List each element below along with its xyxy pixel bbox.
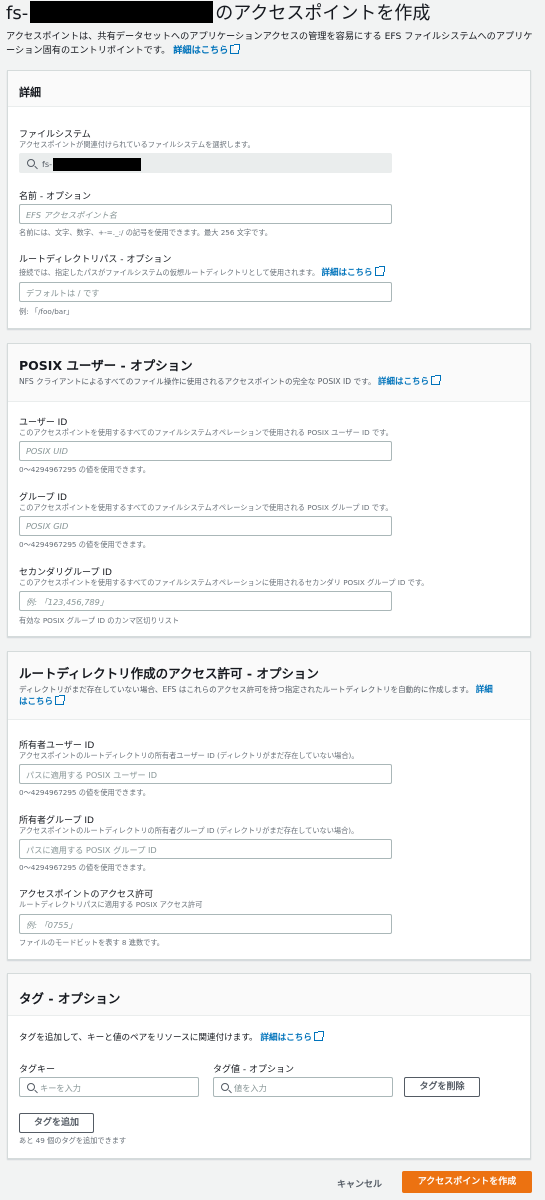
sgid-hint: 有効な POSIX グループ ID のカンマ区切りリスト <box>19 616 180 625</box>
owner-uid-description: アクセスポイントのルートディレクトリの所有者ユーザー ID (ディレクトリがまだ… <box>19 751 359 760</box>
tag-key-input[interactable]: キーを入力 <box>19 1077 199 1097</box>
external-link-icon <box>374 266 385 276</box>
search-icon <box>27 159 35 167</box>
sgid-description: このアクセスポイントを使用するすべてのファイルシステムオペレーションに使用される… <box>19 578 429 587</box>
owner-gid-description: アクセスポイントのルートディレクトリの所有者グループ ID (ディレクトリがまだ… <box>19 826 359 835</box>
external-link-icon <box>430 375 441 385</box>
gid-hint: 0～4294967295 の値を使用できます。 <box>19 540 150 549</box>
tag-value-input[interactable]: 値を入力 <box>213 1077 393 1097</box>
permissions-title: ルートディレクトリ作成のアクセス許可 - オプション <box>19 666 319 681</box>
external-link-icon <box>55 695 66 705</box>
search-icon <box>221 1083 229 1091</box>
tags-title: タグ - オプション <box>19 991 121 1006</box>
permissions-subtitle-text: ディレクトリがまだ存在していない場合、EFS はこれらのアクセス許可を持つ指定さ… <box>19 685 474 694</box>
uid-input[interactable]: POSIX UID <box>19 441 392 461</box>
create-access-point-button[interactable]: アクセスポイントを作成 <box>402 1171 532 1193</box>
page-title: fs- のアクセスポイントを作成 <box>6 1 431 26</box>
remove-tag-button[interactable]: タグを削除 <box>404 1077 480 1097</box>
details-panel: 詳細 ファイルシステム アクセスポイントが関連付けられているファイルシステムを選… <box>7 70 531 329</box>
name-input[interactable]: EFS アクセスポイント名 <box>19 204 392 224</box>
page-description-text: アクセスポイントは、共有データセットへのアプリケーションアクセスの管理を容易にす… <box>6 31 533 56</box>
owner-uid-hint: 0～4294967295 の値を使用できます。 <box>19 788 150 797</box>
tags-subtitle: タグを追加して、キーと値のペアをリソースに関連付けます。 詳細はこちら <box>19 1031 524 1044</box>
rootdir-learn-more-link[interactable]: 詳細はこちら <box>322 266 385 278</box>
name-label: 名前 - オプション <box>19 192 91 202</box>
tag-value-label: タグ値 - オプション <box>213 1065 294 1075</box>
cancel-button[interactable]: キャンセル <box>337 1177 382 1190</box>
name-hint: 名前には、文字、数字、+-=._:/ の記号を使用できます。最大 256 文字で… <box>19 228 272 237</box>
page-title-suffix: のアクセスポイントを作成 <box>215 3 431 24</box>
owner-gid-input[interactable]: パスに適用する POSIX グループ ID <box>19 839 392 859</box>
details-panel-header: 詳細 <box>8 71 530 107</box>
page-title-prefix: fs- <box>6 3 29 24</box>
perm-label: アクセスポイントのアクセス許可 <box>19 890 154 900</box>
posix-subtitle-text: NFS クライアントによるすべてのファイル操作に使用されるアクセスポイントの完全… <box>19 377 376 386</box>
owner-uid-input[interactable]: パスに適用する POSIX ユーザー ID <box>19 764 392 784</box>
tags-remaining: あと 49 個のタグを追加できます <box>19 1136 127 1145</box>
permissions-panel-header: ルートディレクトリ作成のアクセス許可 - オプション ディレクトリがまだ存在して… <box>8 652 530 720</box>
owner-uid-label: 所有者ユーザー ID <box>19 741 95 751</box>
redacted-filesystem-id <box>30 1 214 23</box>
tag-key-label: タグキー <box>19 1065 56 1075</box>
tags-panel-header: タグ - オプション <box>8 974 530 1016</box>
uid-label: ユーザー ID <box>19 418 68 428</box>
permissions-subtitle: ディレクトリがまだ存在していない場合、EFS はこれらのアクセス許可を持つ指定さ… <box>19 684 524 708</box>
perm-input[interactable]: 例: 「0755」 <box>19 914 392 934</box>
gid-label: グループ ID <box>19 493 67 503</box>
rootdir-hint: 例: 「/foo/bar」 <box>19 307 74 316</box>
filesystem-value: fs- <box>42 159 53 169</box>
sgid-label: セカンダリグループ ID <box>19 568 112 578</box>
owner-gid-label: 所有者グループ ID <box>19 816 94 826</box>
uid-hint: 0～4294967295 の値を使用できます。 <box>19 465 150 474</box>
perm-description: ルートディレクトリパスに適用する POSIX アクセス許可 <box>19 900 203 909</box>
sgid-input[interactable]: 例: 「123,456,789」 <box>19 591 392 611</box>
external-link-icon <box>230 44 241 54</box>
rootdir-input[interactable]: デフォルトは / です <box>19 282 392 302</box>
tags-subtitle-text: タグを追加して、キーと値のペアをリソースに関連付けます。 <box>19 1033 258 1043</box>
gid-input[interactable]: POSIX GID <box>19 516 392 536</box>
perm-hint: ファイルのモードビットを表す 8 進数です。 <box>19 938 164 947</box>
external-link-icon <box>313 1031 324 1041</box>
owner-gid-hint: 0～4294967295 の値を使用できます。 <box>19 863 150 872</box>
add-tag-button[interactable]: タグを追加 <box>19 1113 94 1133</box>
posix-panel-header: POSIX ユーザー - オプション NFS クライアントによるすべてのファイル… <box>8 344 530 402</box>
details-title: 詳細 <box>19 86 41 99</box>
permissions-panel: ルートディレクトリ作成のアクセス許可 - オプション ディレクトリがまだ存在して… <box>7 651 531 960</box>
learn-more-link[interactable]: 詳細はこちら <box>173 44 241 56</box>
uid-description: このアクセスポイントを使用するすべてのファイルシステムオペレーションで使用される… <box>19 428 393 437</box>
rootdir-description: 接続では、指定したパスがファイルシステムの仮想ルートディレクトリとして使用されま… <box>19 266 385 278</box>
page-description: アクセスポイントは、共有データセットへのアプリケーションアクセスの管理を容易にす… <box>6 30 536 58</box>
posix-subtitle: NFS クライアントによるすべてのファイル操作に使用されるアクセスポイントの完全… <box>19 375 524 388</box>
tags-learn-more-link[interactable]: 詳細はこちら <box>260 1031 324 1043</box>
filesystem-description: アクセスポイントが関連付けられているファイルシステムを選択します。 <box>19 140 255 149</box>
tags-panel: タグ - オプション タグを追加して、キーと値のペアをリソースに関連付けます。 … <box>7 973 531 1159</box>
tag-value-placeholder: 値を入力 <box>234 1083 267 1093</box>
rootdir-label: ルートディレクトリパス - オプション <box>19 255 172 265</box>
filesystem-select: fs- <box>19 153 392 173</box>
posix-learn-more-link[interactable]: 詳細はこちら <box>378 375 441 387</box>
search-icon <box>27 1083 35 1091</box>
tag-key-placeholder: キーを入力 <box>40 1083 81 1093</box>
redacted-filesystem-value <box>53 158 142 171</box>
filesystem-label: ファイルシステム <box>19 130 91 140</box>
rootdir-description-text: 接続では、指定したパスがファイルシステムの仮想ルートディレクトリとして使用されま… <box>19 268 320 277</box>
posix-panel: POSIX ユーザー - オプション NFS クライアントによるすべてのファイル… <box>7 343 531 637</box>
gid-description: このアクセスポイントを使用するすべてのファイルシステムオペレーションで使用される… <box>19 503 393 512</box>
posix-title: POSIX ユーザー - オプション <box>19 358 193 373</box>
